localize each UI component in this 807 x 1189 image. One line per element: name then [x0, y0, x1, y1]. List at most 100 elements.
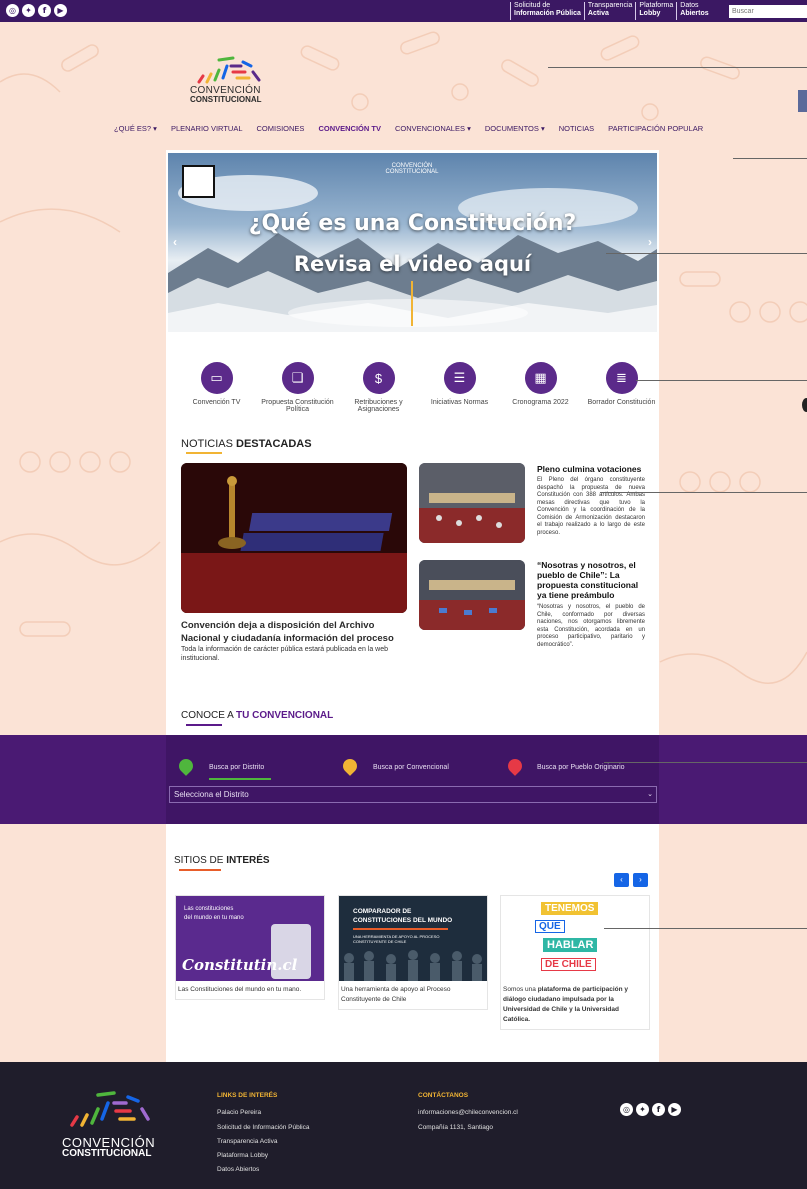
tab-busca-pueblo[interactable]: Busca por Pueblo Originario: [537, 764, 625, 771]
quick-link-iniciativas[interactable]: ☰ Iniciativas Normas: [419, 362, 500, 413]
instagram-icon[interactable]: ◎: [620, 1103, 633, 1116]
quick-link-propuesta[interactable]: ❏ Propuesta Constitución Política: [257, 362, 338, 413]
pointer-line: [600, 492, 807, 493]
pointer-dot: [802, 398, 807, 412]
pointer-line: [548, 67, 807, 68]
footer-link-datos[interactable]: Datos Abiertos: [217, 1166, 259, 1173]
nav-convencion-tv[interactable]: CONVENCIÓN TV: [318, 124, 381, 133]
nav-documentos[interactable]: DOCUMENTOS ▾: [485, 124, 545, 133]
news-side2-title[interactable]: “Nosotras y nosotros, el pueblo de Chile…: [537, 560, 645, 600]
top-link-solicitud[interactable]: Solicitud de Información Pública: [510, 2, 584, 20]
news-side1-desc: El Pleno del órgano constituyente despac…: [537, 477, 645, 536]
conoce-heading-underline: [186, 724, 222, 726]
book-icon: ❏: [281, 362, 314, 394]
conoce-heading: CONOCE A TU CONVENCIONAL: [181, 710, 334, 721]
logo-text-constitucional: CONSTITUCIONAL: [190, 95, 262, 104]
qr-code: [182, 165, 215, 198]
footer-contact-heading: CONTÁCTANOS: [418, 1092, 469, 1099]
document-icon: ☰: [443, 362, 476, 394]
news-main-image[interactable]: [181, 463, 407, 613]
footer-social-links: ◎ ✦ f ▶: [620, 1103, 681, 1116]
facebook-icon[interactable]: f: [38, 4, 51, 17]
nav-convencionales[interactable]: CONVENCIONALES ▾: [395, 124, 471, 133]
distrito-select[interactable]: Selecciona el Distrito ⌄: [169, 786, 657, 803]
twitter-icon[interactable]: ✦: [22, 4, 35, 17]
top-social-links: ◎ ✦ f ▶: [6, 4, 67, 17]
pointer-line: [604, 928, 807, 929]
card-constitutin-desc: Las Constituciones del mundo en tu mano.: [178, 986, 302, 993]
pointer-line: [606, 253, 807, 254]
top-link-transparencia[interactable]: Transparencia Activa: [583, 2, 636, 20]
footer-email[interactable]: informaciones@chileconvencion.cl: [418, 1109, 518, 1116]
hero-next-button[interactable]: ›: [648, 235, 652, 249]
hero-subtitle: Revisa el video aquí: [293, 252, 532, 276]
search-input[interactable]: [729, 5, 807, 18]
nav-que-es[interactable]: ¿QUÉ ES? ▾: [114, 124, 157, 133]
quick-link-borrador[interactable]: ≣ Borrador Constitución: [581, 362, 662, 413]
interest-heading: SITIOS DE INTERÉS: [174, 855, 270, 866]
top-link-lobby[interactable]: Plataforma Lobby: [635, 2, 676, 20]
footer-link-lobby[interactable]: Plataforma Lobby: [217, 1152, 268, 1159]
top-link-datos[interactable]: Datos Abiertos: [676, 2, 711, 20]
pointer-line: [636, 380, 807, 381]
main-nav: ¿QUÉ ES? ▾ PLENARIO VIRTUAL COMISIONES C…: [114, 124, 703, 133]
footer-links-heading: LINKS DE INTERÉS: [217, 1092, 278, 1099]
active-tab-indicator: [209, 778, 271, 780]
accessibility-button[interactable]: [798, 90, 807, 112]
youtube-icon[interactable]: ▶: [668, 1103, 681, 1116]
down-arrow-icon: [411, 281, 413, 326]
tab-busca-distrito[interactable]: Busca por Distrito: [209, 764, 264, 771]
footer-logo[interactable]: [62, 1085, 162, 1130]
nav-participacion-popular[interactable]: PARTICIPACIÓN POPULAR: [608, 124, 703, 133]
dollar-icon: $: [362, 362, 395, 394]
news-side1-title[interactable]: Pleno culmina votaciones: [537, 464, 645, 474]
site-logo[interactable]: [189, 52, 269, 86]
news-side1-image[interactable]: [419, 463, 525, 543]
interest-heading-underline: [179, 869, 221, 871]
facebook-icon[interactable]: f: [652, 1103, 665, 1116]
news-main-desc: Toda la información de carácter pública …: [181, 646, 389, 662]
chevron-down-icon: ⌄: [647, 791, 653, 798]
footer-address: Compañía 1131, Santiago: [418, 1124, 494, 1131]
card-comparador-desc: Una herramienta de apoyo al Proceso Cons…: [341, 986, 451, 1003]
news-side2-image[interactable]: [419, 560, 525, 630]
pointer-line: [604, 762, 807, 763]
card-constitutin-image: Las constituciones del mundo en tu mano …: [176, 896, 324, 981]
footer-link-palacio[interactable]: Palacio Pereira: [217, 1109, 261, 1116]
card-tenemos-image: TENEMOS QUE HABLAR DE CHILE: [501, 896, 649, 981]
carousel-next-button[interactable]: ›: [633, 873, 648, 887]
draft-icon: ≣: [605, 362, 638, 394]
footer-link-solicitud[interactable]: Solicitud de Información Pública: [217, 1124, 310, 1131]
nav-plenario-virtual[interactable]: PLENARIO VIRTUAL: [171, 124, 243, 133]
footer-link-transparencia[interactable]: Transparencia Activa: [217, 1138, 277, 1145]
news-side2-desc: “Nosotras y nosotros, el pueblo de Chile…: [537, 604, 645, 648]
interest-card-tenemos[interactable]: TENEMOS QUE HABLAR DE CHILE Somos una pl…: [500, 895, 650, 1030]
tab-busca-convencional[interactable]: Busca por Convencional: [373, 764, 449, 771]
twitter-icon[interactable]: ✦: [636, 1103, 649, 1116]
hero-title: ¿Qué es una Constitución?: [248, 211, 577, 236]
interest-card-constitutin[interactable]: Las constituciones del mundo en tu mano …: [175, 895, 325, 1000]
youtube-icon[interactable]: ▶: [54, 4, 67, 17]
top-links: Solicitud de Información Pública Transpar…: [510, 2, 712, 20]
calendar-icon: ▦: [524, 362, 557, 394]
quick-link-retribuciones[interactable]: $ Retribuciones y Asignaciones: [338, 362, 419, 413]
carousel-prev-button[interactable]: ‹: [614, 873, 629, 887]
pointer-line: [733, 158, 807, 159]
news-heading-underline: [186, 452, 222, 454]
quick-links: ▭ Convención TV ❏ Propuesta Constitución P…: [176, 362, 662, 413]
instagram-icon[interactable]: ◎: [6, 4, 19, 17]
hero-banner[interactable]: CONVENCIÓN CONSTITUCIONAL ¿Qué es una Co…: [168, 153, 657, 332]
quick-link-convencion-tv[interactable]: ▭ Convención TV: [176, 362, 257, 413]
hero-logo: CONVENCIÓN CONSTITUCIONAL: [385, 163, 439, 175]
card-comparador-image: COMPARADOR DE CONSTITUCIONES DEL MUNDO U…: [339, 896, 487, 981]
news-heading: NOTICIAS DESTACADAS: [181, 438, 312, 450]
quick-link-cronograma[interactable]: ▦ Cronograma 2022: [500, 362, 581, 413]
interest-card-comparador[interactable]: COMPARADOR DE CONSTITUCIONES DEL MUNDO U…: [338, 895, 488, 1010]
footer-logo-text2: CONSTITUCIONAL: [62, 1148, 152, 1159]
hero-prev-button[interactable]: ‹: [173, 235, 177, 249]
tv-icon: ▭: [200, 362, 233, 394]
nav-comisiones[interactable]: COMISIONES: [257, 124, 305, 133]
news-main-title[interactable]: Convención deja a disposición del Archiv…: [181, 619, 407, 645]
card-tenemos-desc: Somos una plataforma de participación y …: [503, 986, 628, 1023]
nav-noticias[interactable]: NOTICIAS: [559, 124, 594, 133]
